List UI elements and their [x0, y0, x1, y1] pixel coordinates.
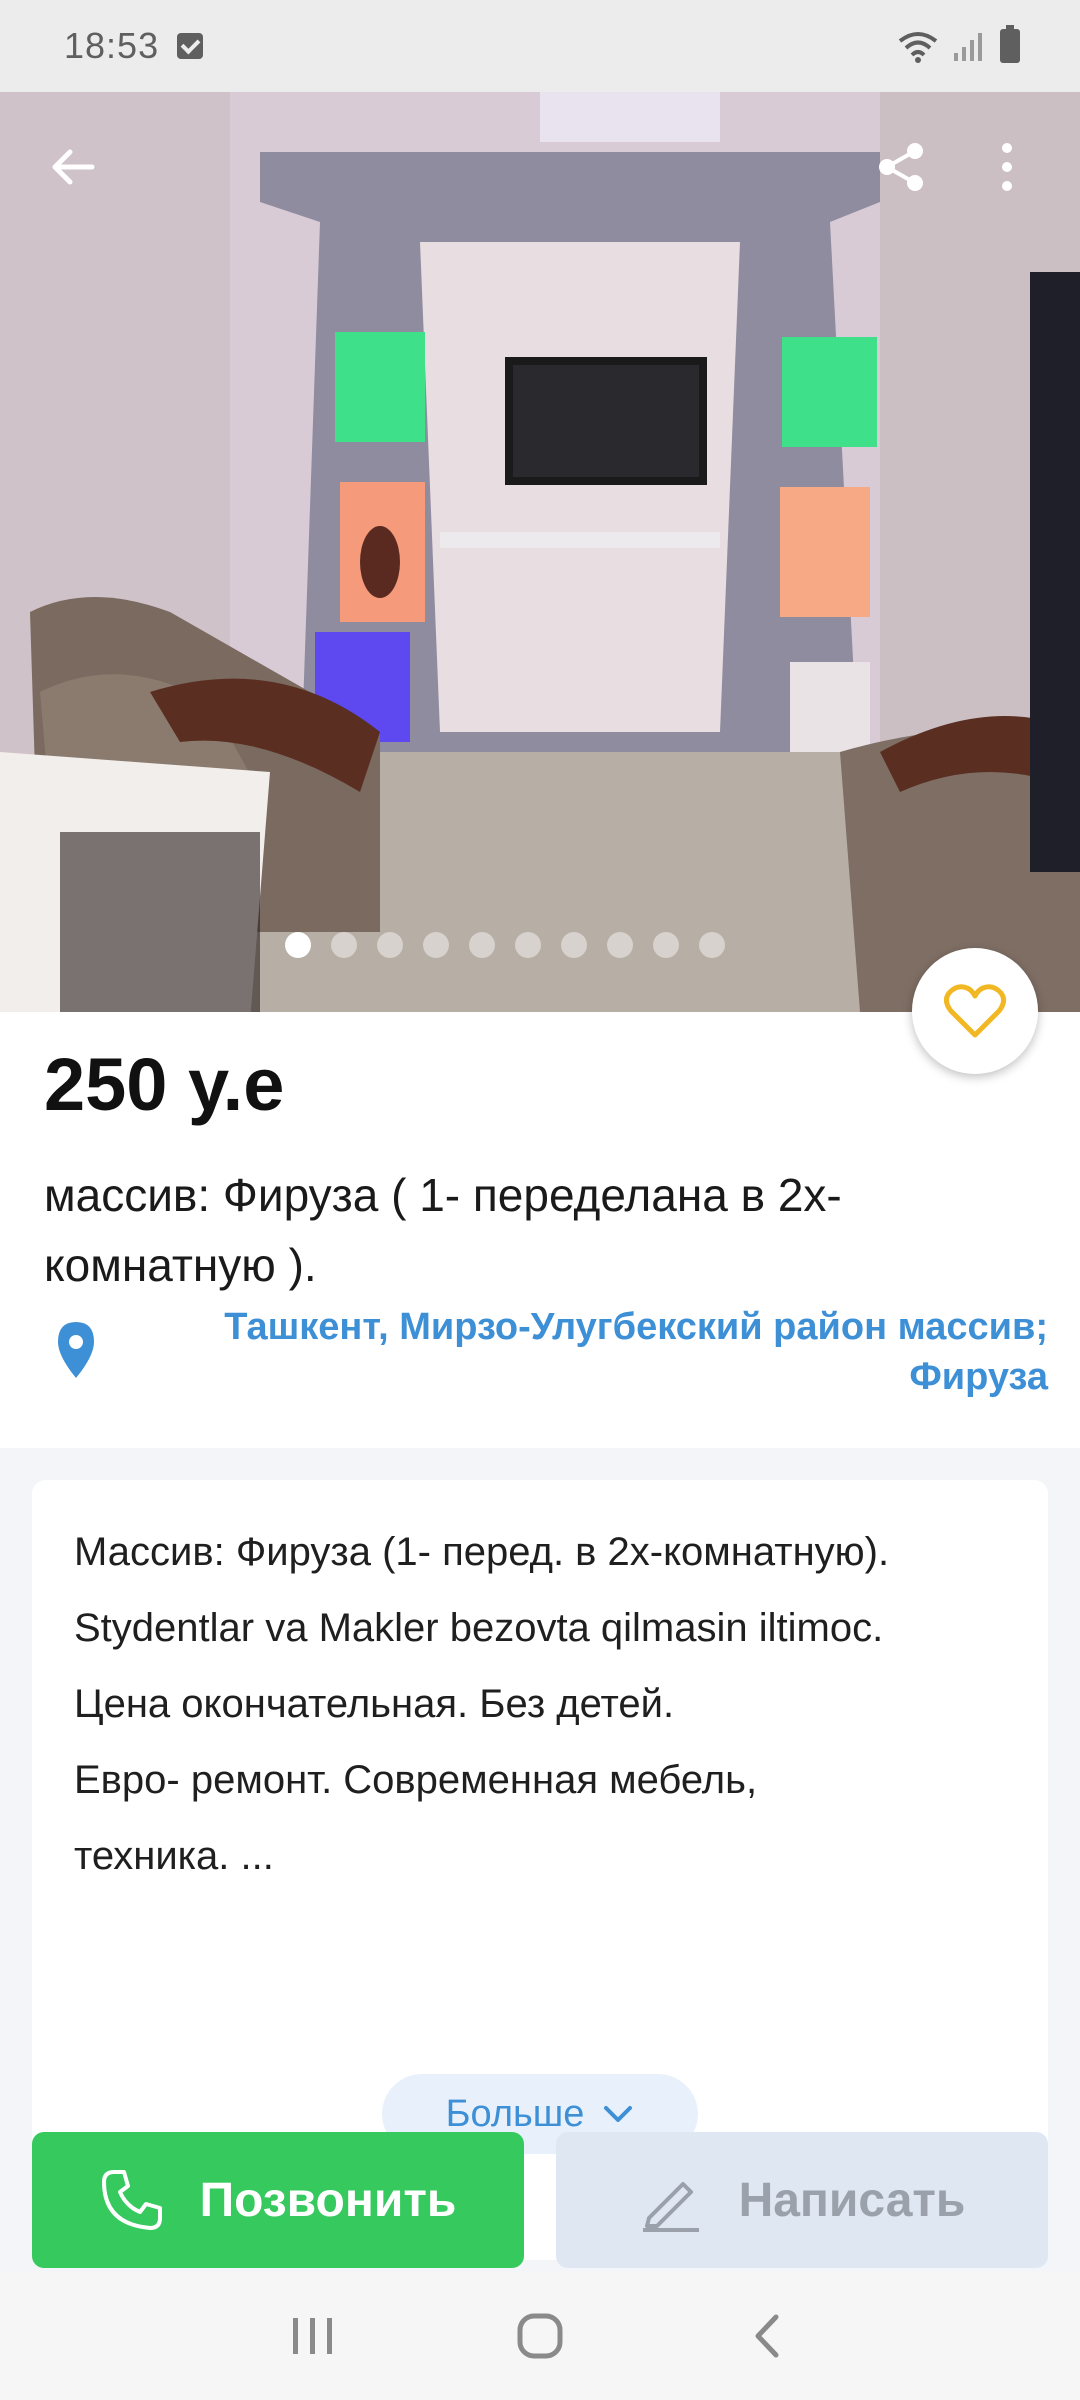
- call-button[interactable]: Позвонить: [32, 2132, 524, 2268]
- phone-icon: [101, 2170, 162, 2230]
- status-icons: [898, 25, 1020, 63]
- battery-icon: [1000, 25, 1020, 63]
- pagination-dot: [285, 932, 311, 958]
- system-nav-bar: [0, 2272, 1080, 2400]
- description-text: Массив: Фируза (1- перед. в 2х-комнатную…: [74, 1530, 890, 1878]
- heart-icon: [943, 984, 1007, 1038]
- listing-photo: [0, 92, 1080, 1012]
- signal-icon: [954, 33, 982, 61]
- chevron-down-icon: [604, 2106, 633, 2122]
- notification-check-icon: [177, 33, 204, 59]
- favorite-button[interactable]: [912, 948, 1038, 1074]
- share-icon: [879, 143, 923, 191]
- wifi-icon: [898, 32, 938, 63]
- pagination-dot: [653, 932, 679, 958]
- pagination-dot: [561, 932, 587, 958]
- status-bar: 18:53: [0, 0, 1080, 92]
- more-vertical-icon: [1002, 143, 1012, 191]
- back-arrow-icon: [52, 149, 95, 185]
- location-text[interactable]: Ташкент, Мирзо-Улугбекский район массив;…: [98, 1302, 1048, 1402]
- write-label: Написать: [738, 2173, 966, 2227]
- back-button[interactable]: [38, 132, 108, 202]
- photo-pagination: [0, 932, 1080, 958]
- status-time: 18:53: [64, 25, 160, 66]
- more-label: Больше: [445, 2092, 585, 2135]
- listing-title: массив: Фируза ( 1- переделана в 2х-комн…: [44, 1169, 842, 1291]
- pagination-dot: [515, 932, 541, 958]
- recent-apps-button[interactable]: [273, 2296, 353, 2376]
- location-pin-icon: [58, 1322, 94, 1378]
- home-icon: [517, 2313, 563, 2359]
- pagination-dot: [607, 932, 633, 958]
- home-button[interactable]: [500, 2296, 580, 2376]
- call-label: Позвонить: [199, 2173, 457, 2227]
- share-button[interactable]: [866, 132, 936, 202]
- system-back-button[interactable]: [727, 2296, 807, 2376]
- pagination-dot: [699, 932, 725, 958]
- pencil-icon: [642, 2182, 699, 2232]
- more-options-button[interactable]: [972, 132, 1042, 202]
- recent-apps-icon: [293, 2318, 333, 2354]
- pagination-dot: [423, 932, 449, 958]
- pagination-dot: [331, 932, 357, 958]
- listing-location[interactable]: Ташкент, Мирзо-Улугбекский район массив;…: [44, 1302, 1048, 1402]
- write-button[interactable]: Написать: [556, 2132, 1048, 2268]
- listing-price: 250 у.е: [44, 1043, 285, 1126]
- pagination-dot: [469, 932, 495, 958]
- photo-gallery[interactable]: [0, 92, 1080, 1012]
- pagination-dot: [377, 932, 403, 958]
- system-back-icon: [755, 2314, 779, 2358]
